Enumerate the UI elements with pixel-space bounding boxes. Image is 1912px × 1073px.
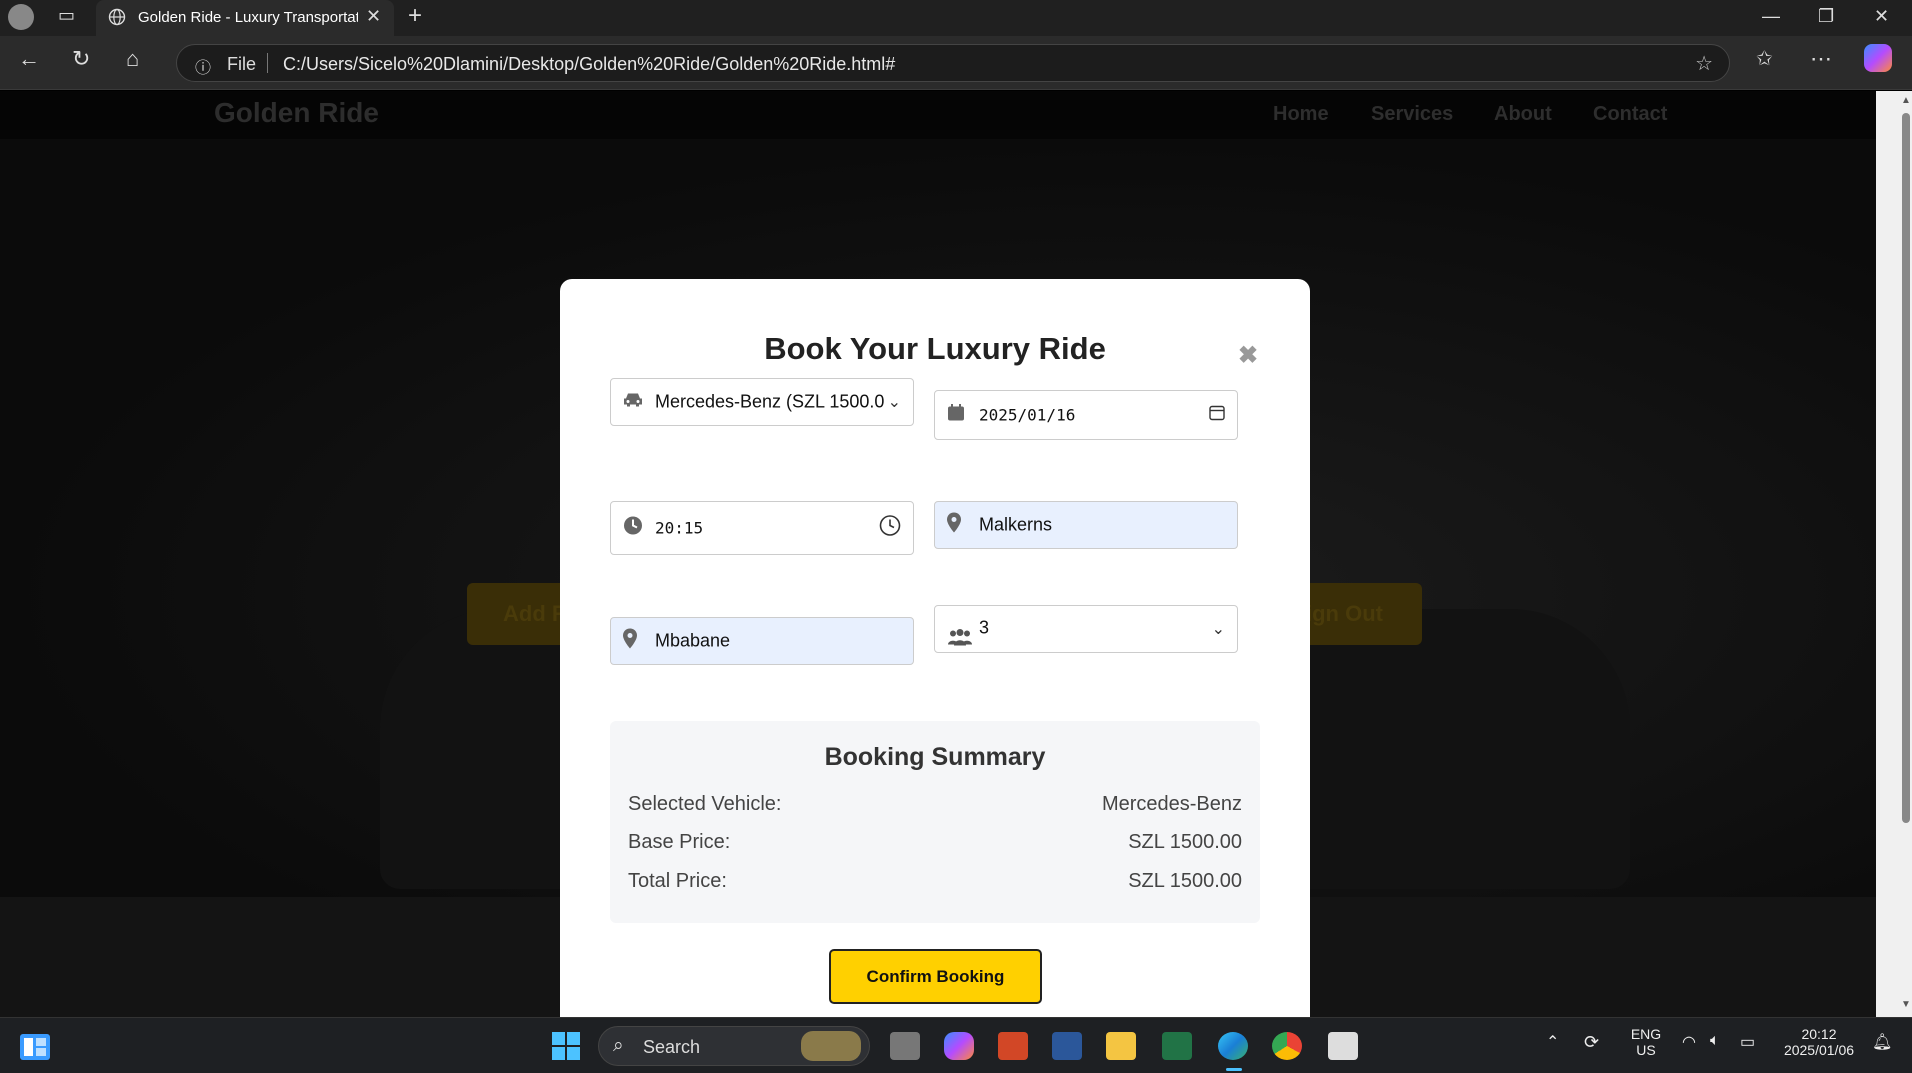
taskbar-date: 2025/01/06 [1783,1042,1855,1058]
scroll-up-icon[interactable]: ▲ [1901,95,1911,106]
time-value: 20:15 [655,518,704,538]
snipping-tool-icon[interactable] [1328,1032,1358,1060]
users-icon [947,629,973,652]
site-header: Golden Ride Home Services About Contact [0,91,1876,139]
scroll-down-icon[interactable]: ▼ [1901,999,1911,1010]
taskbar-search[interactable]: ⌕ Search [598,1026,870,1066]
restore-icon[interactable]: ❐ [1818,6,1834,27]
chevron-down-icon: ⌄ [887,394,901,411]
globe-icon [108,8,126,31]
favorites-icon[interactable]: ✩ [1756,46,1773,71]
close-icon[interactable]: ✖ [1238,341,1258,370]
language-indicator[interactable]: ENG US [1626,1026,1666,1058]
calendar-icon [947,404,965,427]
task-view-icon[interactable] [890,1032,920,1060]
copilot-app-icon[interactable] [944,1032,974,1060]
scroll-thumb[interactable] [1902,113,1910,823]
file-label: File [227,54,257,74]
modal-title: Book Your Luxury Ride [764,331,1106,366]
nav-services[interactable]: Services [1371,103,1453,126]
more-menu-icon[interactable]: ⋯ [1810,46,1832,72]
summary-value: Mercedes-Benz [1101,793,1242,815]
summary-label: Base Price: [628,831,731,853]
pickup-location-input[interactable]: Malkerns [934,501,1238,549]
taskbar-search-label: Search [643,1037,701,1057]
language-code: ENG [1630,1026,1662,1042]
new-tab-icon[interactable]: + [408,2,422,30]
volume-icon[interactable]: 🔈︎ [1710,1032,1720,1050]
time-field[interactable]: 20:15 [610,501,914,555]
chrome-icon[interactable] [1272,1032,1302,1060]
widgets-icon[interactable] [20,1034,50,1060]
passengers-value: 3 [979,617,990,638]
summary-value: SZL 1500.00 [1128,870,1242,892]
summary-title: Booking Summary [824,743,1046,771]
pickup-value: Malkerns [979,514,1053,535]
address-bar[interactable]: ⓘ File C:/Users/Sicelo%20Dlamini/Desktop… [176,44,1730,82]
nav-about[interactable]: About [1494,103,1552,126]
booking-modal: Book Your Luxury Ride ✖ Mercedes-Benz (S… [560,279,1310,1017]
excel-icon[interactable] [1162,1032,1192,1060]
region-code: US [1636,1042,1656,1058]
address-toolbar: ← ↻ ⌂ ⓘ File C:/Users/Sicelo%20Dlamini/D… [0,36,1912,90]
file-explorer-icon[interactable] [1106,1032,1136,1060]
chevron-down-icon: ⌄ [1211,621,1225,638]
windows-taskbar: ⌕ Search ⌃ ⟳ ENG US ◠ 🔈︎ ▭ 20:12 2025/01… [0,1017,1912,1073]
url-text[interactable]: C:/Users/Sicelo%20Dlamini/Desktop/Golden… [283,54,895,75]
date-picker-icon[interactable] [1209,405,1225,426]
confirm-booking-button[interactable]: Confirm Booking [829,949,1042,1004]
summary-value: SZL 1500.00 [1128,831,1242,853]
back-arrow-icon[interactable]: ← [18,46,40,72]
browser-tab[interactable]: Golden Ride - Luxury Transportati ✕ [96,0,394,36]
tab-close-icon[interactable]: ✕ [366,6,381,27]
window-close-icon[interactable]: ✕ [1874,6,1889,27]
edge-icon[interactable] [1218,1032,1248,1060]
home-icon[interactable]: ⌂ [126,46,139,72]
nav-home[interactable]: Home [1273,103,1329,126]
tab-actions-icon[interactable]: ▭ [58,5,75,26]
dropoff-location-input[interactable]: Mbabane [610,617,914,665]
battery-icon[interactable]: ▭ [1740,1032,1755,1052]
vehicle-select[interactable]: Mercedes-Benz (SZL 1500.0 ⌄ [610,378,914,426]
location-pin-icon [623,628,637,654]
booking-summary: Booking Summary Selected Vehicle: Merced… [610,721,1260,923]
minimize-icon[interactable]: — [1762,6,1780,27]
location-pin-icon [947,512,961,538]
favorite-star-icon[interactable]: ☆ [1695,51,1713,76]
vehicle-select-value: Mercedes-Benz (SZL 1500.0 [655,391,885,412]
clock-filled-icon [623,516,643,541]
sync-icon[interactable]: ⟳ [1584,1032,1599,1053]
browser-tab-strip: ▭ Golden Ride - Luxury Transportati ✕ + … [0,0,1912,36]
car-icon [623,392,643,413]
info-icon[interactable]: ⓘ [195,54,211,78]
passengers-select[interactable]: 3 ⌄ [934,605,1238,653]
taskbar-time: 20:12 [1801,1026,1837,1042]
search-icon: ⌕ [613,1035,624,1056]
copilot-icon[interactable] [1864,44,1892,72]
powerpoint-icon[interactable] [998,1032,1028,1060]
clock-area[interactable]: 20:12 2025/01/06 [1774,1026,1864,1058]
nav-contact[interactable]: Contact [1593,103,1667,126]
date-field[interactable]: 2025/01/16 [934,390,1238,440]
site-logo[interactable]: Golden Ride [214,97,379,129]
clock-icon[interactable] [879,515,901,542]
summary-label: Total Price: [628,870,727,892]
tab-title: Golden Ride - Luxury Transportati [138,9,358,26]
show-hidden-icons[interactable]: ⌃ [1546,1032,1559,1052]
refresh-icon[interactable]: ↻ [72,46,90,72]
search-highlight-image [801,1031,861,1061]
active-app-indicator [1226,1068,1242,1071]
dropoff-value: Mbabane [655,630,731,651]
notification-bell-icon[interactable]: 🔔︎ [1872,1032,1892,1052]
address-separator [267,53,268,73]
date-value: 2025/01/16 [979,405,1076,425]
summary-label: Selected Vehicle: [628,793,782,815]
word-icon[interactable] [1052,1032,1082,1060]
windows-start-icon[interactable] [552,1032,580,1065]
wifi-icon[interactable]: ◠ [1682,1032,1696,1052]
profile-avatar[interactable] [8,4,34,30]
page-scrollbar[interactable]: ▲ ▼ [1876,91,1912,1017]
